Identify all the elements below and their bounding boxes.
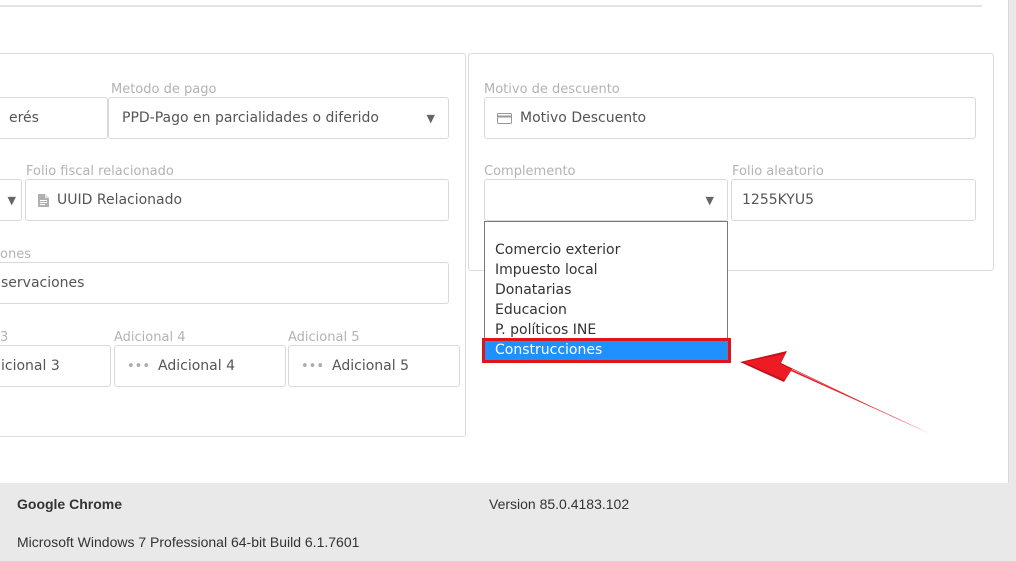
folio-aleatorio-input[interactable]: 1255KYU5: [731, 179, 976, 221]
adicional-5-input[interactable]: ••• Adicional 5: [288, 345, 460, 387]
adicional-5-label: Adicional 5: [288, 330, 360, 345]
chevron-down-icon: ▼: [426, 112, 435, 126]
motivo-descuento-label: Motivo de descuento: [484, 82, 620, 97]
partial-select-field[interactable]: ▼: [0, 179, 22, 221]
metodo-pago-label: Metodo de pago: [111, 82, 217, 97]
partial-input-field[interactable]: erés: [0, 97, 108, 139]
observaciones-input[interactable]: servaciones: [0, 262, 449, 304]
adicional-3-placeholder: icional 3: [1, 358, 60, 374]
ellipsis-icon: •••: [127, 358, 151, 374]
os-info: Microsoft Windows 7 Professional 64-bit …: [17, 534, 360, 550]
complemento-select[interactable]: ▼: [484, 179, 728, 221]
dropdown-option-partidos-politicos[interactable]: P. políticos INE: [485, 320, 727, 340]
dropdown-option-impuesto-local[interactable]: Impuesto local: [485, 260, 727, 280]
adicional-3-input[interactable]: icional 3: [0, 345, 111, 387]
uuid-placeholder: UUID Relacionado: [57, 192, 183, 208]
chevron-down-icon: ▼: [7, 194, 16, 208]
partial-input-value: erés: [9, 110, 39, 126]
adicional-5-placeholder: Adicional 5: [332, 358, 409, 374]
dropdown-option-empty[interactable]: [485, 222, 727, 242]
browser-name: Google Chrome: [17, 496, 123, 512]
annotation-arrow: [740, 351, 931, 435]
metodo-pago-select[interactable]: PPD-Pago en parcialidades o diferido ▼: [108, 97, 449, 139]
annotation-highlight-box: [482, 338, 731, 363]
observaciones-value: servaciones: [1, 275, 85, 291]
metodo-pago-value: PPD-Pago en parcialidades o diferido: [122, 110, 379, 126]
folio-fiscal-label: Folio fiscal relacionado: [26, 164, 174, 179]
adicional-4-placeholder: Adicional 4: [158, 358, 235, 374]
adicional-4-input[interactable]: ••• Adicional 4: [114, 345, 286, 387]
document-icon: [38, 193, 49, 207]
adicional-4-label: Adicional 4: [114, 330, 186, 345]
adicional-3-label: 3: [0, 330, 9, 345]
folio-aleatorio-label: Folio aleatorio: [732, 164, 824, 179]
motivo-descuento-input[interactable]: Motivo Descuento: [484, 97, 976, 139]
motivo-descuento-placeholder: Motivo Descuento: [520, 110, 647, 126]
browser-version: Version 85.0.4183.102: [489, 496, 630, 512]
chevron-down-icon: ▼: [705, 194, 714, 208]
divider: [0, 5, 982, 7]
uuid-relacionado-input[interactable]: UUID Relacionado: [25, 179, 449, 221]
credit-card-icon: [497, 112, 512, 124]
dropdown-option-donatarias[interactable]: Donatarias: [485, 280, 727, 300]
dropdown-option-comercio-exterior[interactable]: Comercio exterior: [485, 240, 727, 260]
dropdown-option-educacion[interactable]: Educacion: [485, 300, 727, 320]
observaciones-label: ones: [0, 247, 31, 262]
ellipsis-icon: •••: [301, 358, 325, 374]
folio-aleatorio-value: 1255KYU5: [742, 192, 815, 208]
complemento-label: Complemento: [484, 164, 576, 179]
